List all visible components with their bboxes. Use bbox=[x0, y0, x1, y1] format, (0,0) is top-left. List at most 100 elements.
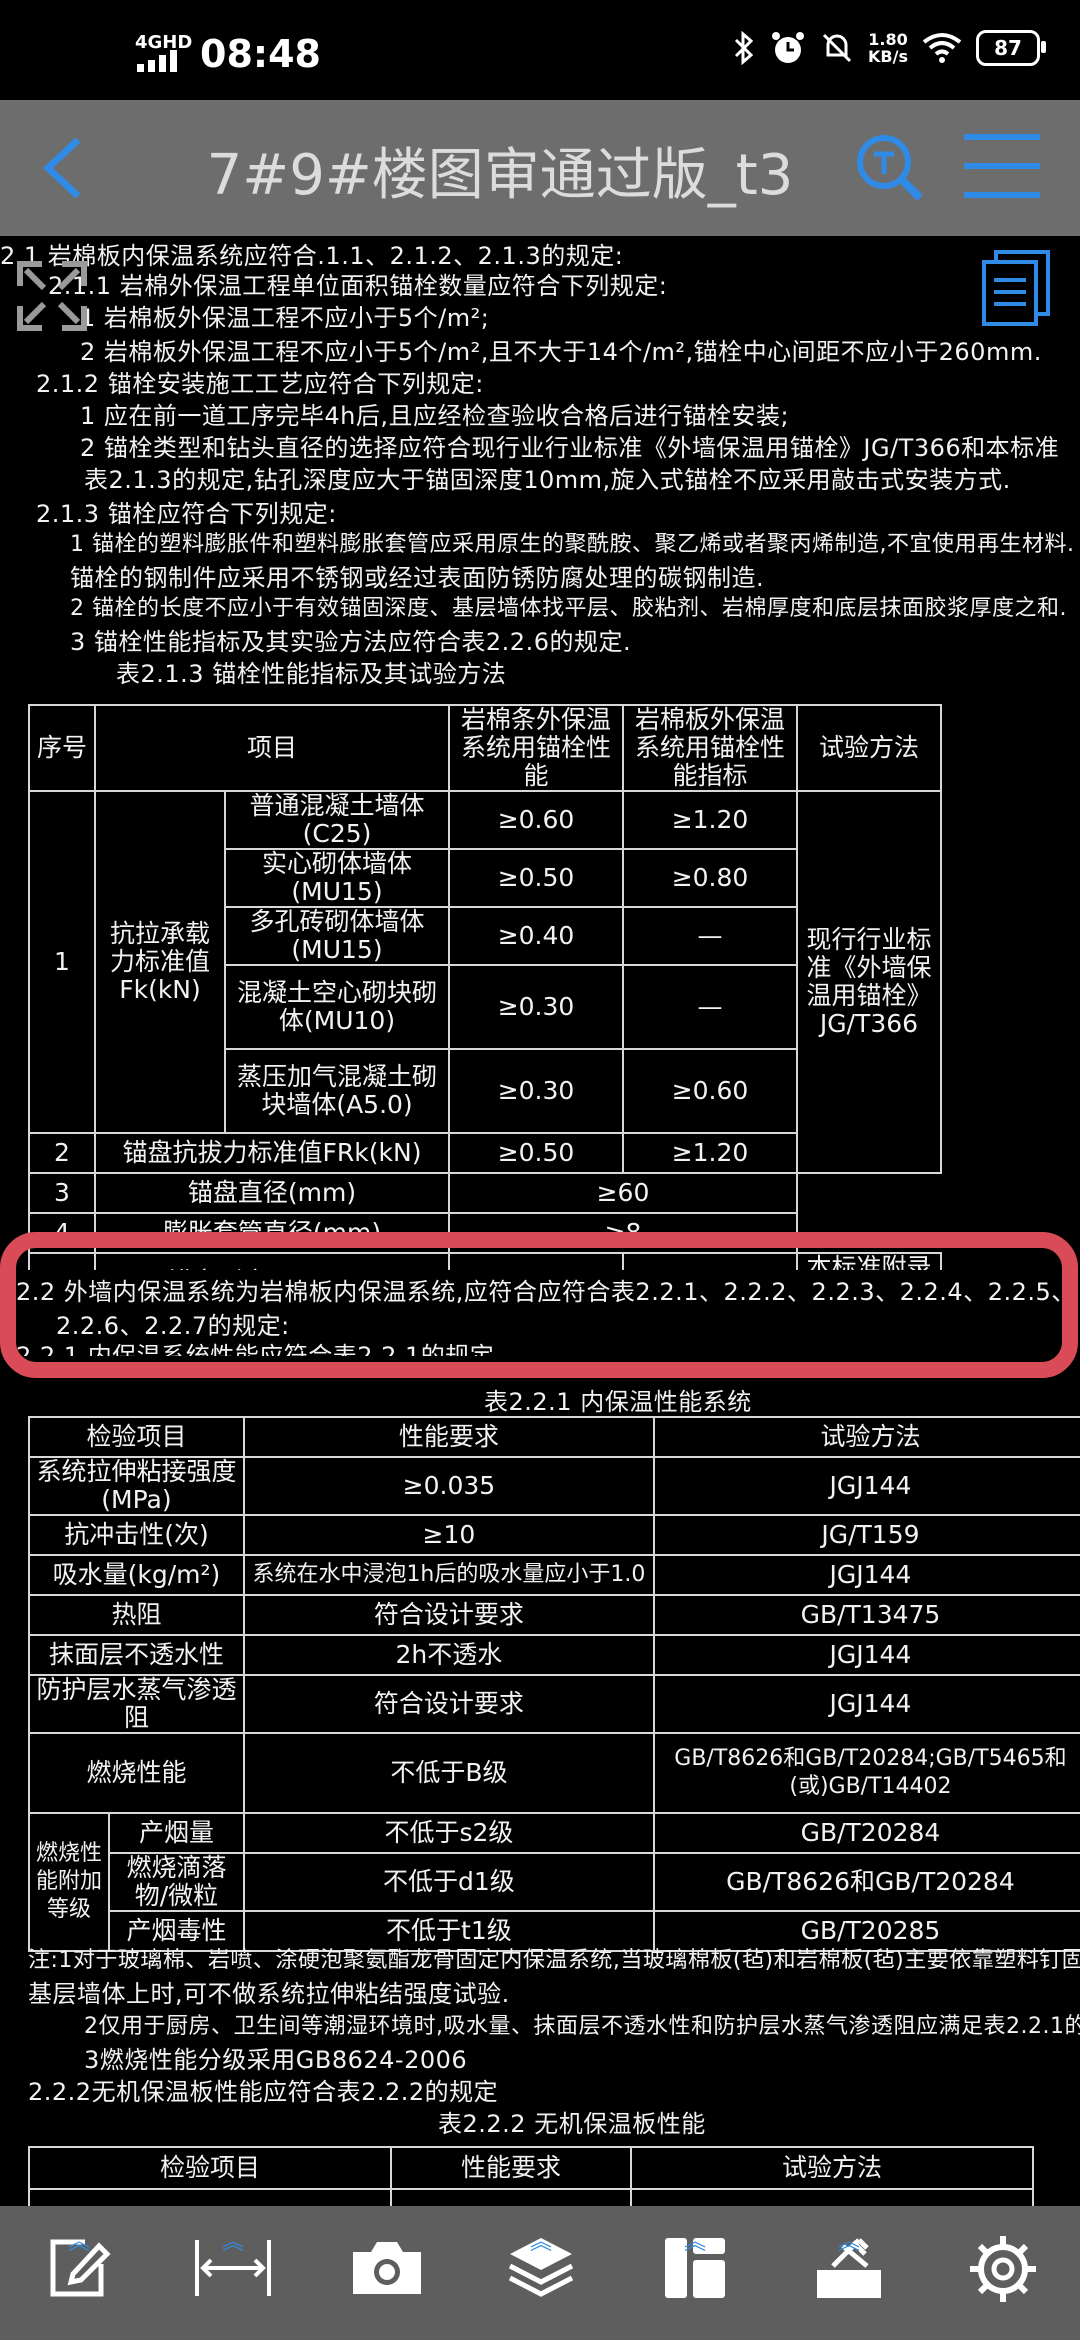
drawing-text: 2 岩棉板外保温工程不应小于5个/m²,且不大于14个/m²,锚栓中心间距不应小… bbox=[80, 338, 1042, 366]
drawing-text: 2.1.3 锚栓应符合下列规定: bbox=[36, 500, 337, 528]
table-cell: 不低于s2级 bbox=[242, 1812, 655, 1854]
expand-up-icon: ︽ bbox=[221, 2230, 245, 2255]
menu-icon[interactable] bbox=[964, 134, 1040, 198]
highlight-annotation bbox=[0, 1232, 1078, 1378]
app-toolbar: 7#9#楼图审通过版_t3 bbox=[0, 100, 1080, 236]
drawing-text: 2仅用于厨房、卫生间等潮湿环境时,吸水量、抹面层不透水性和防护层水蒸气渗透阻应满… bbox=[84, 2014, 1080, 2039]
table-cell: 符合设计要求 bbox=[242, 1594, 655, 1636]
table-cell: 抗拉承载力标准值Fk(kN) bbox=[94, 790, 226, 1134]
table-header: 岩棉板外保温系统用锚栓性能指标 bbox=[622, 704, 798, 792]
table-cell: JGJ144 bbox=[652, 1456, 1080, 1516]
text-search-icon[interactable] bbox=[852, 130, 926, 204]
drawing-text: 锚栓的钢制件应采用不锈钢或经过表面防锈防腐处理的碳钢制造. bbox=[70, 564, 765, 592]
table-cell: 不低于B级 bbox=[242, 1732, 655, 1814]
table-cell: ≥10 bbox=[242, 1514, 655, 1556]
table-cell: 燃烧性能 bbox=[28, 1732, 245, 1814]
fullscreen-icon[interactable] bbox=[14, 258, 90, 334]
table-cell: ≥1.20 bbox=[622, 1132, 798, 1174]
expand-up-icon: ︽ bbox=[529, 2230, 553, 2255]
table-cell: JGJ144 bbox=[652, 1634, 1080, 1676]
table-cell: 抹面层不透水性 bbox=[28, 1634, 245, 1676]
drawing-text: 2.1.2 锚栓安装施工工艺应符合下列规定: bbox=[36, 370, 484, 398]
layout-tool-button[interactable]: ︽ bbox=[640, 2230, 750, 2330]
signal-icon bbox=[137, 50, 177, 72]
table-cell: GB/T8626和GB/T20284 bbox=[652, 1852, 1080, 1912]
expand-up-icon: ︽ bbox=[67, 2230, 91, 2255]
mute-icon bbox=[822, 33, 852, 63]
table-cell: 多孔砖砌体墙体(MU15) bbox=[224, 906, 450, 966]
table-cell: 2 bbox=[28, 1132, 96, 1174]
table-cell: 热阻 bbox=[28, 1594, 245, 1636]
table-cell: 系统在水中浸泡1h后的吸水量应小于1.0 bbox=[242, 1554, 655, 1596]
table-cell: JG/T159 bbox=[652, 1514, 1080, 1556]
table-cell: ≥60 bbox=[448, 1172, 798, 1214]
status-bar: 4GHD 08:48 1.80 KB/s 87 bbox=[0, 0, 1080, 100]
table-cell: ≥0.035 bbox=[242, 1456, 655, 1516]
table-cell: 符合设计要求 bbox=[242, 1674, 655, 1734]
table-cell: 3 bbox=[28, 1172, 96, 1214]
table-cell: ≥0.30 bbox=[448, 1048, 624, 1134]
table-cell: 2h不透水 bbox=[242, 1634, 655, 1676]
drawing-text: 基层墙体上时,可不做系统拉伸粘结强度试验. bbox=[28, 1980, 510, 2008]
settings-tool-button[interactable] bbox=[948, 2234, 1058, 2330]
table-cell: JGJ144 bbox=[652, 1554, 1080, 1596]
table-cell: 蒸压加气混凝土砌块墙体(A5.0) bbox=[224, 1048, 450, 1134]
edit-tool-button[interactable]: ︽ bbox=[24, 2230, 134, 2330]
table-header: 性能要求 bbox=[242, 1416, 655, 1458]
table-header: 岩棉条外保温系统用锚栓性能 bbox=[448, 704, 624, 792]
table-cell: 燃烧滴落物/微粒 bbox=[108, 1852, 245, 1912]
table-cell: ≥0.50 bbox=[448, 1132, 624, 1174]
camera-tool-button[interactable] bbox=[332, 2234, 442, 2330]
expand-up-icon: ︽ bbox=[683, 2230, 707, 2255]
table-cell: GB/T13475 bbox=[652, 1594, 1080, 1636]
gear-icon bbox=[970, 2236, 1036, 2302]
drawing-text: 1 锚栓的塑料膨胀件和塑料膨胀套管应采用原生的聚酰胺、聚乙烯或者聚丙烯制造,不宜… bbox=[70, 532, 1075, 557]
table-header: 序号 bbox=[28, 704, 96, 792]
table-caption: 表2.1.3 锚栓性能指标及其试验方法 bbox=[116, 660, 507, 688]
table-cell: ≥0.80 bbox=[622, 848, 798, 908]
table-header: 检验项目 bbox=[28, 1416, 245, 1458]
bluetooth-icon bbox=[734, 31, 754, 65]
layout-list-icon[interactable] bbox=[980, 250, 1052, 328]
table-cell: GB/T20284 bbox=[652, 1812, 1080, 1854]
drawing-text: 2 锚栓的长度不应小于有效锚固深度、基层墙体找平层、胶粘剂、岩棉厚度和底层抹面胶… bbox=[70, 596, 1067, 621]
table-header: 检验项目 bbox=[28, 2146, 392, 2190]
network-speed: 1.80 KB/s bbox=[868, 30, 908, 66]
table-caption: 表2.2.1 内保温性能系统 bbox=[484, 1388, 752, 1416]
document-title: 7#9#楼图审通过版_t3 bbox=[206, 143, 794, 208]
anchor-performance-table: 序号 项目 岩棉条外保温系统用锚栓性能 岩棉板外保温系统用锚栓性能指标 试验方法… bbox=[28, 704, 942, 1312]
table-header: 试验方法 bbox=[652, 1416, 1080, 1458]
clock: 08:48 bbox=[200, 32, 321, 76]
drawing-text: 3 锚栓性能指标及其实验方法应符合表2.2.6的规定. bbox=[70, 628, 632, 656]
layers-tool-button[interactable]: ︽ bbox=[486, 2230, 596, 2330]
drawing-text: 2.2.2无机保温板性能应符合表2.2.2的规定 bbox=[28, 2078, 499, 2106]
measure-tool-button[interactable]: ︽ bbox=[178, 2230, 288, 2330]
table-cell: GB/T8626和GB/T20284;GB/T5465和(或)GB/T14402 bbox=[652, 1732, 1080, 1814]
back-icon[interactable] bbox=[38, 134, 88, 202]
table-cell: ≥0.50 bbox=[448, 848, 624, 908]
alarm-icon bbox=[772, 32, 805, 63]
table-cell: 产烟量 bbox=[108, 1812, 245, 1854]
table-cell: JGJ144 bbox=[652, 1674, 1080, 1734]
table-cell: ≥0.30 bbox=[448, 964, 624, 1050]
table-cell: ≥0.60 bbox=[448, 790, 624, 850]
table-cell: 防护层水蒸气渗透阻 bbox=[28, 1674, 245, 1734]
drawing-text: 1 岩棉板外保温工程不应小于5个/m²; bbox=[80, 304, 490, 332]
table-cell: 实心砌体墙体(MU15) bbox=[224, 848, 450, 908]
table-cell: 燃烧性能附加等级 bbox=[28, 1812, 110, 1952]
drawing-canvas[interactable]: 2.1 岩棉板内保温系统应符合.1.1、2.1.2、2.1.3的规定: 2.1.… bbox=[0, 236, 1080, 2206]
drawing-text: 注:1对于玻璃棉、岩喷、涂硬泡聚氨酯龙骨固定内保温系统,当玻璃棉板(毡)和岩棉板… bbox=[28, 1948, 1080, 1973]
table-cell: 吸水量(kg/m²) bbox=[28, 1554, 245, 1596]
toolbox-tool-button[interactable]: ︽ bbox=[794, 2232, 904, 2330]
table-cell: 锚盘抗拔力标准值FRk(kN) bbox=[94, 1132, 450, 1174]
table-caption: 表2.2.2 无机保温板性能 bbox=[438, 2110, 706, 2138]
interior-insulation-table: 检验项目 性能要求 试验方法 系统拉伸粘接强度(MPa) ≥0.035 JGJ144… bbox=[28, 1416, 1080, 1952]
table-cell: — bbox=[622, 964, 798, 1050]
bottom-toolbar: ︽ ︽ ︽ ︽ ︽ bbox=[0, 2206, 1080, 2340]
table-cell: 1 bbox=[28, 790, 96, 1134]
table-header: 试验方法 bbox=[796, 704, 942, 792]
table-cell: ≥0.40 bbox=[448, 906, 624, 966]
table-cell: 现行行业标准《外墙保温用锚栓》JG/T366 bbox=[796, 790, 942, 1174]
table-cell: 系统拉伸粘接强度(MPa) bbox=[28, 1456, 245, 1516]
table-cell: 混凝土空心砌块砌体(MU10) bbox=[224, 964, 450, 1050]
